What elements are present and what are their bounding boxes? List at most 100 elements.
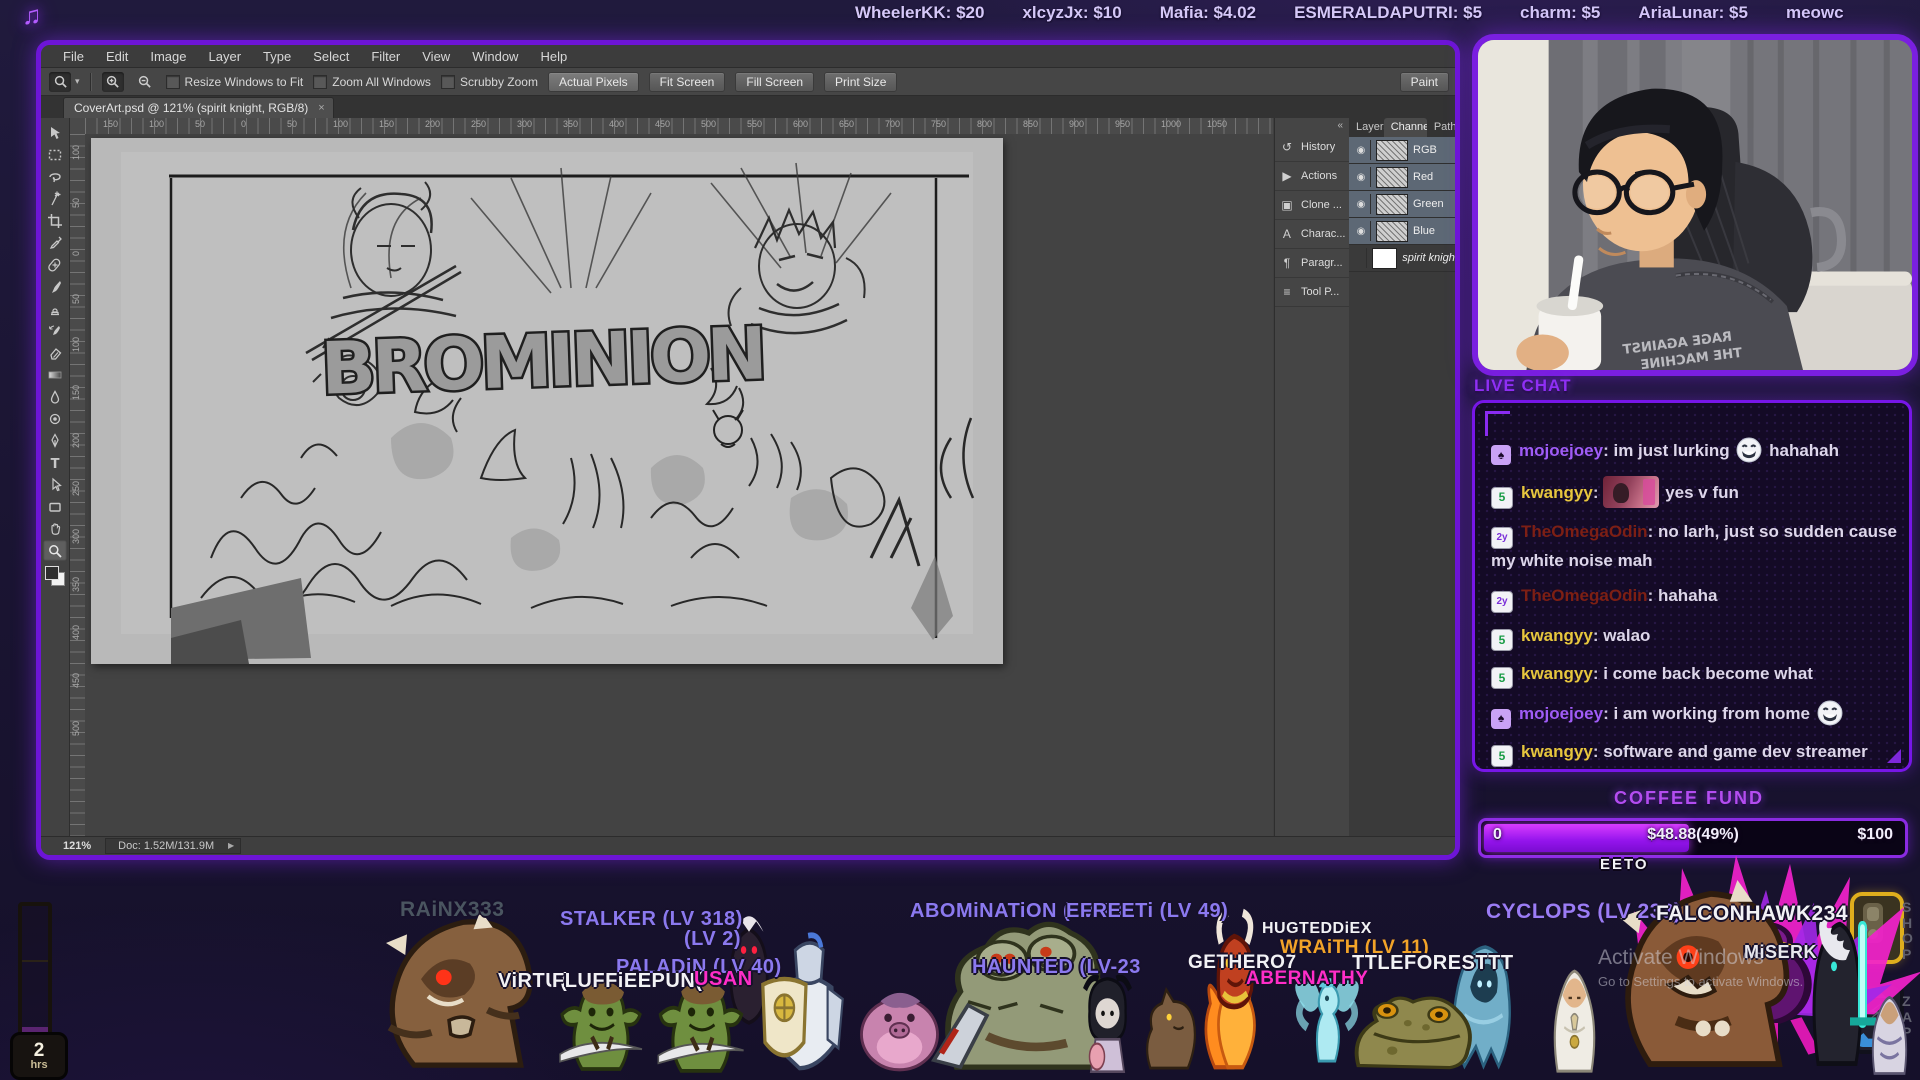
menu-view[interactable]: View bbox=[422, 49, 450, 64]
donation-ticker: ♫ WheelerKK: $20xlcyzJx: $10Mafia: $4.02… bbox=[0, 0, 1920, 28]
ruler-label: 1050 bbox=[1207, 119, 1227, 129]
pen-tool[interactable] bbox=[43, 430, 67, 451]
panel-button-history[interactable]: ↺History bbox=[1275, 133, 1349, 162]
zoom-tool[interactable] bbox=[43, 540, 67, 561]
panel-button-toolp[interactable]: ≡Tool P... bbox=[1275, 278, 1349, 307]
chat-username[interactable]: kwangyy bbox=[1521, 664, 1593, 683]
menu-window[interactable]: Window bbox=[472, 49, 518, 64]
artwork-canvas[interactable]: BROMINION bbox=[91, 138, 1003, 664]
document-size-info[interactable]: Doc: 1.52M/131.9M bbox=[105, 838, 241, 854]
marquee-tool[interactable] bbox=[43, 144, 67, 165]
magic-wand-tool[interactable] bbox=[43, 188, 67, 209]
channel-thumbnail bbox=[1372, 248, 1397, 269]
ruler-label: 500 bbox=[701, 119, 716, 129]
ruler-label: 50 bbox=[71, 198, 81, 208]
visibility-eye-icon[interactable]: ◉ bbox=[1352, 221, 1371, 241]
color-swatches[interactable] bbox=[45, 566, 65, 586]
menu-file[interactable]: File bbox=[63, 49, 84, 64]
close-tab-icon[interactable]: × bbox=[318, 102, 324, 114]
eyedropper-tool[interactable] bbox=[43, 232, 67, 253]
menu-edit[interactable]: Edit bbox=[106, 49, 128, 64]
dodge-tool[interactable] bbox=[43, 408, 67, 429]
crop-tool[interactable] bbox=[43, 210, 67, 231]
donor-ticker-item: WheelerKK: $20 bbox=[855, 3, 984, 23]
donor-ticker-item: meowc bbox=[1786, 3, 1844, 23]
zoom-out-icon[interactable] bbox=[134, 72, 156, 92]
brush-tool[interactable] bbox=[43, 276, 67, 297]
menu-filter[interactable]: Filter bbox=[371, 49, 400, 64]
panel-button-charac[interactable]: ACharac... bbox=[1275, 220, 1349, 249]
visibility-eye-icon[interactable]: ◉ bbox=[1352, 140, 1371, 160]
visibility-eye-icon[interactable]: ◉ bbox=[1352, 167, 1371, 187]
type-tool[interactable]: T bbox=[43, 452, 67, 473]
healing-brush-tool[interactable] bbox=[43, 254, 67, 275]
move-tool[interactable] bbox=[43, 122, 67, 143]
timer-value: 2 bbox=[34, 1041, 45, 1060]
channel-row[interactable]: ◉Blue bbox=[1349, 218, 1455, 245]
chat-username[interactable]: mojoejoey bbox=[1519, 704, 1603, 723]
avatar-girl[interactable] bbox=[1070, 968, 1145, 1076]
panel-tab-channels[interactable]: Channels bbox=[1384, 118, 1427, 137]
channel-row[interactable]: ◉RGB bbox=[1349, 137, 1455, 164]
blur-tool[interactable] bbox=[43, 386, 67, 407]
history-brush-tool[interactable] bbox=[43, 320, 67, 341]
ruler-label: 250 bbox=[471, 119, 486, 129]
panel-tab-layers[interactable]: Layers bbox=[1349, 118, 1384, 137]
ruler-label: 350 bbox=[563, 119, 578, 129]
avatar-pigfrog[interactable] bbox=[852, 970, 947, 1074]
gradient-tool[interactable] bbox=[43, 364, 67, 385]
visibility-eye-icon[interactable]: ◉ bbox=[1352, 194, 1371, 214]
checkbox-scrubby-zoom[interactable]: Scrubby Zoom bbox=[441, 75, 538, 89]
ruler-label: 400 bbox=[71, 625, 81, 640]
button-actual-pixels[interactable]: Actual Pixels bbox=[548, 72, 639, 92]
chat-username[interactable]: kwangyy bbox=[1521, 742, 1593, 761]
chat-box[interactable]: ♠mojoejoey: im just lurking hahahah 5kwa… bbox=[1472, 400, 1912, 772]
avatar-name-label: TTLEFORESTTT bbox=[1352, 952, 1514, 975]
visibility-eye-icon[interactable] bbox=[1352, 248, 1367, 268]
panel-button-actions[interactable]: ▶Actions bbox=[1275, 162, 1349, 191]
zoom-in-icon[interactable] bbox=[102, 72, 124, 92]
button-fit-screen[interactable]: Fit Screen bbox=[649, 72, 726, 92]
lasso-tool[interactable] bbox=[43, 166, 67, 187]
ruler-label: 200 bbox=[71, 433, 81, 448]
collapse-panels-icon[interactable]: « bbox=[1275, 118, 1349, 133]
channel-row[interactable]: ◉Red bbox=[1349, 164, 1455, 191]
button-print-size[interactable]: Print Size bbox=[824, 72, 897, 92]
horizontal-ruler: 1501005005010015020025030035040045050055… bbox=[85, 118, 1273, 135]
channel-row[interactable]: ◉Green bbox=[1349, 191, 1455, 218]
panel-tab-path[interactable]: Path bbox=[1427, 118, 1455, 137]
chat-username[interactable]: kwangyy bbox=[1521, 626, 1593, 645]
chat-username[interactable]: kwangyy bbox=[1521, 483, 1593, 502]
button-fill-screen[interactable]: Fill Screen bbox=[735, 72, 814, 92]
zoom-level[interactable]: 121% bbox=[63, 840, 91, 852]
avatar-name-label: ABERNATHY bbox=[1246, 968, 1368, 990]
chat-username[interactable]: TheOmegaOdin bbox=[1521, 522, 1648, 541]
channels-panel: LayersChannelsPath ◉RGB◉Red◉Green◉Bluesp… bbox=[1349, 118, 1455, 837]
document-tab-title: CoverArt.psd @ 121% (spirit knight, RGB/… bbox=[74, 101, 308, 115]
workspace-switcher[interactable]: Paint bbox=[1400, 72, 1449, 92]
ruler-label: 450 bbox=[71, 673, 81, 688]
checkbox-zoom-all-windows[interactable]: Zoom All Windows bbox=[313, 75, 431, 89]
menu-type[interactable]: Type bbox=[263, 49, 291, 64]
avatar-paladin[interactable] bbox=[752, 930, 860, 1074]
chat-username[interactable]: mojoejoey bbox=[1519, 441, 1603, 460]
path-select-tool[interactable] bbox=[43, 474, 67, 495]
hand-tool[interactable] bbox=[43, 518, 67, 539]
channel-row[interactable]: spirit knight M bbox=[1349, 245, 1455, 272]
tool-preset-caret-icon[interactable]: ▾ bbox=[75, 76, 80, 87]
shape-tool[interactable] bbox=[43, 496, 67, 517]
checkbox-resize-windows-to-fit[interactable]: Resize Windows to Fit bbox=[166, 75, 304, 89]
clone-stamp-tool[interactable] bbox=[43, 298, 67, 319]
avatar-monk[interactable] bbox=[1852, 966, 1920, 1078]
stream-timer-gauge bbox=[18, 902, 52, 1038]
document-tab[interactable]: CoverArt.psd @ 121% (spirit knight, RGB/… bbox=[63, 97, 334, 118]
eraser-tool[interactable] bbox=[43, 342, 67, 363]
menu-image[interactable]: Image bbox=[150, 49, 186, 64]
zoom-tool-icon[interactable] bbox=[49, 72, 71, 92]
menu-help[interactable]: Help bbox=[540, 49, 567, 64]
panel-button-paragr[interactable]: ¶Paragr... bbox=[1275, 249, 1349, 278]
menu-layer[interactable]: Layer bbox=[209, 49, 242, 64]
panel-button-clone[interactable]: ▣Clone ... bbox=[1275, 191, 1349, 220]
chat-username[interactable]: TheOmegaOdin bbox=[1521, 586, 1648, 605]
menu-select[interactable]: Select bbox=[313, 49, 349, 64]
